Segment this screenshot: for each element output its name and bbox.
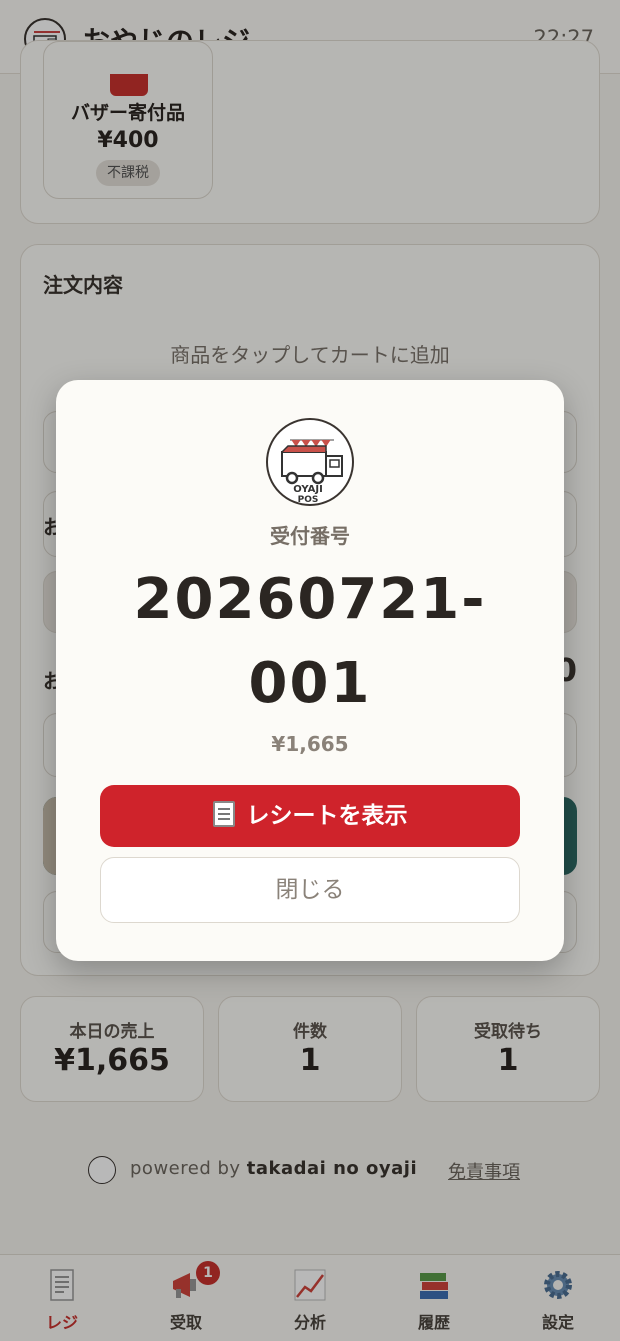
receipt-icon: [212, 801, 235, 827]
close-button[interactable]: 閉じる: [100, 857, 520, 923]
oyaji-pos-logo-icon: OYAJI POS: [266, 418, 354, 506]
receipt-amount: ¥1,665: [271, 732, 349, 756]
receipt-number-line-2: 001: [248, 651, 372, 716]
receipt-number-label: 受付番号: [270, 524, 350, 548]
receipt-number-line-1: 20260721-: [133, 567, 487, 632]
receipt-number-modal: OYAJI POS 受付番号 20260721- 001 ¥1,665 レシート…: [56, 380, 564, 961]
show-receipt-label: レシートを表示: [246, 803, 408, 829]
logo-text-pos: POS: [298, 495, 319, 505]
logo-text-oyaji: OYAJI: [293, 484, 323, 495]
show-receipt-button[interactable]: レシートを表示: [100, 785, 520, 847]
receipt-number: 20260721- 001: [80, 558, 540, 726]
